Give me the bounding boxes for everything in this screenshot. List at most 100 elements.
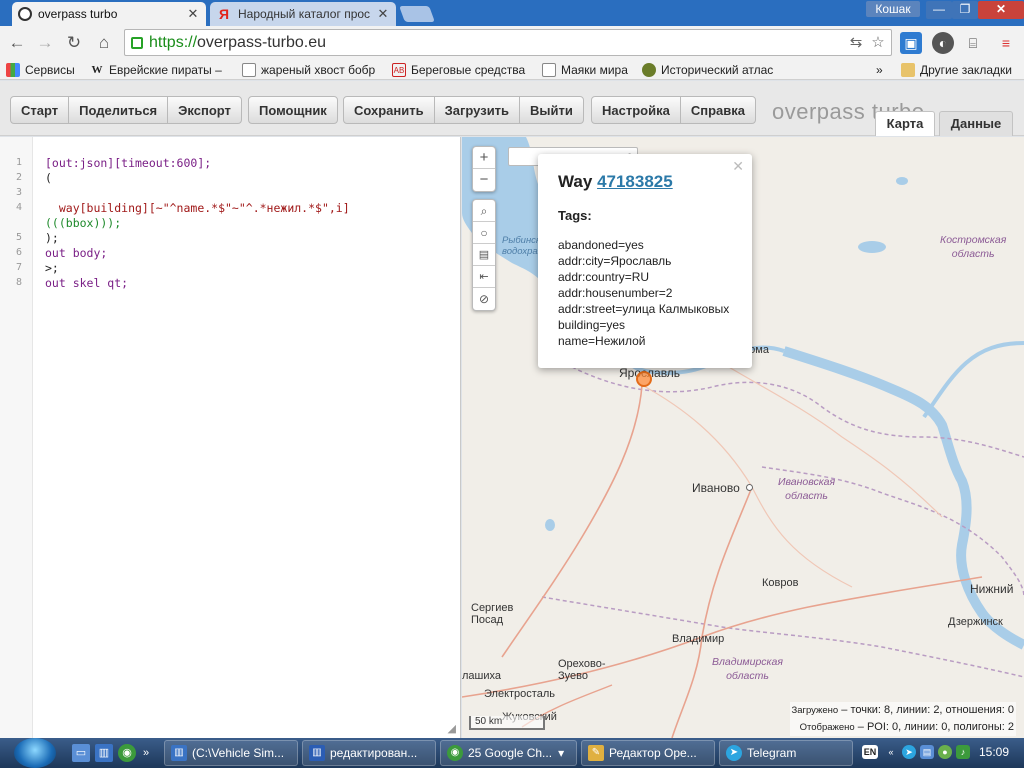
line-number: 4	[15, 202, 22, 213]
bookmark-label: Маяки мира	[561, 63, 628, 77]
close-tab-icon[interactable]: ✕	[186, 6, 200, 22]
library-icon[interactable]: ⌸	[962, 32, 984, 54]
tab-overpass-turbo[interactable]: overpass turbo ✕	[12, 2, 206, 26]
locate-icon[interactable]: ○	[473, 222, 495, 244]
start-button[interactable]	[14, 738, 56, 768]
start-button[interactable]: Старт	[11, 97, 70, 123]
layers-icon[interactable]: ▤	[473, 244, 495, 266]
quicklaunch-word-icon[interactable]: ▥	[95, 744, 113, 762]
bookmark-other-folder[interactable]: Другие закладки	[901, 62, 1012, 78]
code-line: way[building][~"^name.*$"~"^.*нежил.*$",…	[45, 201, 350, 215]
popup-tag: addr:housenumber=2	[558, 286, 673, 300]
fullscreen-icon[interactable]: ⇤	[473, 266, 495, 288]
restore-button[interactable]: ❐	[952, 1, 978, 19]
popup-feature-id-link[interactable]: 47183825	[597, 172, 673, 191]
profile-button[interactable]: Кошак	[866, 1, 920, 17]
globe-icon	[642, 63, 656, 77]
code-line: (	[45, 171, 52, 185]
tab-narodny-katalog[interactable]: Я Народный каталог прос ✕	[210, 2, 396, 26]
tray-volume-icon[interactable]: ♪	[956, 745, 970, 759]
zoom-out-button[interactable]: −	[473, 169, 495, 191]
bookmark-beaver-tail[interactable]: жареный хвост бобр	[242, 62, 386, 78]
extension-icon[interactable]: ▣	[900, 32, 922, 54]
zoom-to-data-icon[interactable]: ⌕	[473, 200, 495, 222]
word-icon: ▥	[309, 745, 325, 761]
language-indicator[interactable]: EN	[862, 745, 878, 759]
bookmark-star-icon[interactable]: ☆	[869, 34, 887, 52]
logout-button[interactable]: Выйти	[520, 97, 583, 123]
share-button[interactable]: Поделиться	[69, 97, 169, 123]
code-line: out body;	[45, 246, 108, 260]
place-elektrostal: Электросталь	[484, 688, 555, 700]
tray-expand-icon[interactable]: «	[884, 745, 898, 759]
show-desktop-icon[interactable]: ▭	[72, 744, 90, 762]
tab-data[interactable]: Данные	[939, 111, 1013, 136]
bookmark-services[interactable]: Сервисы	[6, 62, 75, 78]
region-label-text: область	[951, 248, 995, 260]
menu-icon[interactable]: ≡	[995, 32, 1017, 54]
place-nizhny: Нижний	[970, 582, 1014, 596]
tab-map[interactable]: Карта	[875, 111, 935, 136]
map-view[interactable]: ⌕ + − ⌕ ○ ▤ ⇤ ⊘ Рыбинскводохран Костромс…	[462, 137, 1024, 738]
export-button[interactable]: Экспорт	[168, 97, 241, 123]
clear-icon[interactable]: ⊘	[473, 288, 495, 310]
bookmark-historical-atlas[interactable]: Исторический атлас	[642, 62, 780, 78]
overpass-header: Старт Поделиться Экспорт Помощник Сохран…	[0, 81, 1024, 136]
tray-network-icon[interactable]: ▤	[920, 745, 934, 759]
bookmark-jewish-pirates[interactable]: W Еврейские пираты –	[90, 62, 236, 78]
minimize-button[interactable]: —	[926, 1, 952, 19]
popup-tags-heading: Tags:	[558, 208, 592, 223]
load-button[interactable]: Загрузить	[435, 97, 521, 123]
new-tab-button[interactable]	[399, 6, 435, 22]
result-marker[interactable]	[636, 371, 652, 387]
tray-telegram-icon[interactable]: ➤	[902, 745, 916, 759]
lock-icon	[131, 36, 143, 49]
home-icon[interactable]: ⌂	[93, 32, 115, 54]
chrome-icon: ◉	[447, 745, 463, 761]
button-group-wizard: Помощник	[248, 96, 338, 124]
place-sergiev-posad: Сергиев Посад	[471, 602, 513, 626]
zoom-in-button[interactable]: +	[473, 147, 495, 169]
url-text: https://overpass-turbo.eu	[149, 34, 326, 52]
resize-handle-icon[interactable]: ◢	[448, 722, 456, 735]
taskbar-item-chrome[interactable]: ◉ 25 Google Ch... ▾	[440, 740, 577, 766]
code-line: [out:json][timeout:600];	[45, 156, 212, 170]
settings-button[interactable]: Настройка	[592, 97, 681, 123]
close-popup-icon[interactable]: ✕	[732, 158, 744, 175]
reload-icon[interactable]: ↻	[63, 32, 85, 54]
region-label-kostroma: Костромская область	[940, 233, 1006, 261]
forward-icon[interactable]: →	[34, 32, 56, 54]
dropdown-arrow-icon[interactable]: ▾	[558, 746, 564, 760]
taskbar-item-word[interactable]: ▥ редактирован...	[302, 740, 436, 766]
url-host: overpass-turbo.eu	[197, 33, 326, 51]
telegram-icon: ➤	[726, 745, 742, 761]
close-tab-icon[interactable]: ✕	[376, 6, 390, 22]
query-editor[interactable]: 1 2 3 4 5 6 7 8 [out:json][timeout:600];…	[0, 137, 461, 738]
taskbar-item-telegram[interactable]: ➤ Telegram	[719, 740, 853, 766]
region-label-ivanovo: Ивановская область	[778, 475, 835, 503]
bookmark-label: жареный хвост бобр	[261, 63, 376, 77]
quicklaunch-more-icon[interactable]: »	[141, 744, 151, 762]
wizard-button[interactable]: Помощник	[249, 97, 337, 123]
taskbar-item-editor[interactable]: ✎ Редактор Оре...	[581, 740, 715, 766]
back-icon[interactable]: ←	[6, 32, 28, 54]
loaded-stats: Загружено – точки: 8, линии: 2, отношени…	[792, 702, 1014, 719]
popup-tag: name=Нежилой	[558, 334, 646, 348]
browser-toolbar: ← → ↻ ⌂ https://overpass-turbo.eu ⇆ ☆ ▣ …	[0, 26, 1024, 60]
url-scheme: https://	[149, 33, 198, 51]
tray-app-icon[interactable]: ●	[938, 745, 952, 759]
translate-icon[interactable]: ⇆	[847, 34, 865, 52]
taskbar-clock[interactable]: 15:09	[979, 745, 1009, 759]
save-button[interactable]: Сохранить	[344, 97, 435, 123]
bookmark-lighthouses[interactable]: Маяки мира	[542, 62, 628, 78]
address-bar[interactable]: https://overpass-turbo.eu ⇆ ☆	[124, 29, 892, 56]
close-window-button[interactable]: ✕	[978, 1, 1024, 19]
popup-tag: addr:country=RU	[558, 270, 650, 284]
taskbar-item-explorer[interactable]: ▥ (C:\Vehicle Sim...	[164, 740, 298, 766]
place-text: Посад	[471, 614, 504, 626]
help-button[interactable]: Справка	[681, 97, 755, 123]
quicklaunch-chrome-icon[interactable]: ◉	[118, 744, 136, 762]
extension-globe-icon[interactable]: ◐	[932, 32, 954, 54]
bookmarks-more-button[interactable]: »	[876, 62, 883, 78]
bookmark-coastal[interactable]: AB Береговые средства	[392, 62, 530, 78]
